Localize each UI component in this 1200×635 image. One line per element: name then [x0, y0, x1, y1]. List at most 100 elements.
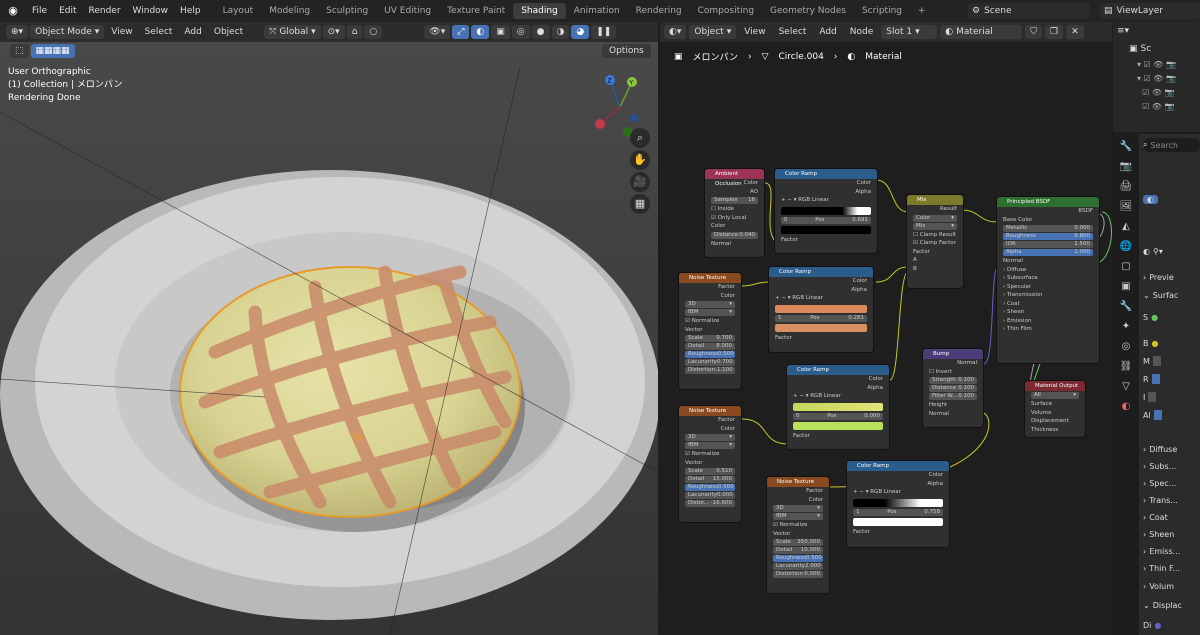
zoom-icon[interactable]: ⌕ — [630, 128, 650, 148]
socket-a-in[interactable]: A — [907, 256, 963, 265]
socket-color-out[interactable]: Color — [787, 375, 889, 384]
particles-tab-icon[interactable]: ✦ — [1118, 320, 1134, 334]
invert-checkbox[interactable]: ☐ Invert — [923, 368, 983, 377]
ramp-mode[interactable]: RGB — [798, 197, 810, 203]
visibility-icon[interactable]: 👁▾ — [424, 25, 451, 39]
section-transmission[interactable]: › Transmission — [997, 291, 1099, 300]
scale-field[interactable]: Scale 350.000 — [773, 539, 823, 546]
ramp-pos-field[interactable]: 1 Pos 0.281 — [775, 314, 867, 322]
add-workspace-icon[interactable]: + — [910, 3, 934, 19]
shading-solid-icon[interactable]: ● — [531, 25, 550, 39]
outliner-row-scene-collection[interactable]: ▣ Sc — [1129, 44, 1151, 54]
pause-render-icon[interactable]: ❚❚ — [591, 25, 617, 39]
shading-wireframe-icon[interactable]: ◎ — [511, 25, 530, 39]
node-color-ramp-2[interactable]: Color Ramp Color Alpha + − ▾ RGB Linear … — [768, 266, 874, 353]
section-emission[interactable]: › Emission — [997, 317, 1099, 326]
grid-view-icon[interactable]: ▦ — [630, 194, 650, 214]
prop-base-color[interactable]: B ● — [1143, 336, 1200, 350]
node-material-output[interactable]: Material Output All ▾ Surface Volume Disp… — [1024, 380, 1086, 438]
pivot-icon[interactable]: ⊙▾ — [322, 25, 345, 39]
tab-shading[interactable]: Shading — [513, 3, 566, 19]
noise-type-dropdown[interactable]: fBM ▾ — [685, 309, 735, 316]
menu-file[interactable]: File — [26, 6, 53, 16]
prop-metallic[interactable]: M — [1143, 354, 1200, 368]
section-diffuse[interactable]: › Diffuse — [1143, 442, 1200, 456]
prop-roughness[interactable]: R — [1143, 372, 1200, 386]
section-sheen[interactable]: › Sheen — [997, 308, 1099, 317]
socket-factor-out[interactable]: Factor — [679, 283, 741, 292]
breadcrumb-object[interactable]: メロンパン — [693, 50, 738, 63]
vp-menu-view[interactable]: View — [106, 25, 137, 39]
ramp-gradient[interactable] — [775, 304, 867, 313]
distortion-field[interactable]: Distor... -16.600 — [685, 500, 735, 507]
camera-icon[interactable]: 🎥 — [630, 172, 650, 192]
ramp-gradient[interactable] — [781, 206, 871, 215]
outliner-row[interactable]: ▾ ☑ 👁 📷 — [1137, 58, 1197, 72]
socket-vector-in[interactable]: Vector — [767, 530, 829, 539]
ne-menu-node[interactable]: Node — [845, 25, 879, 39]
outliner-rows[interactable]: ▾ ☑ 👁 📷 ▾ ☑ 👁 📷 ☑ 👁 📷 ☑ 👁 📷 — [1137, 58, 1197, 118]
properties-editor[interactable]: 🔧 📷 🖨 🖼 ◭ 🌐 ▢ ▣ 🔧 ✦ ◎ ⛓ ▽ ◐ ⌕ Search ◐ ◐ ⚲… — [1113, 134, 1200, 635]
dimensions-dropdown[interactable]: 3D ▾ — [685, 301, 735, 308]
section-diffuse[interactable]: › Diffuse — [997, 266, 1099, 275]
lacunarity-field[interactable]: Lacunarity 0.700 — [685, 359, 735, 366]
socket-alpha-out[interactable]: Alpha — [775, 188, 877, 197]
color-input[interactable]: Color — [705, 222, 764, 231]
mode-dropdown[interactable]: Object Mode ▾ — [30, 25, 105, 39]
socket-volume-in[interactable]: Volume — [1025, 409, 1085, 418]
lacunarity-field[interactable]: Lacunarity 0.000 — [685, 492, 735, 499]
menu-help[interactable]: Help — [174, 6, 207, 16]
distortion-field[interactable]: Distortion 0.000 — [773, 571, 823, 578]
roughness-field[interactable]: Roughness 0.800 — [1003, 233, 1093, 240]
ramp-mode[interactable]: RGB — [792, 295, 804, 301]
proportional-edit-icon[interactable]: ○ — [364, 25, 383, 39]
node-color-ramp-1[interactable]: Color Ramp Color Alpha + − ▾ RGB Linear … — [774, 168, 878, 254]
lacunarity-field[interactable]: Lacunarity 2.000 — [773, 563, 823, 570]
socket-alpha-out[interactable]: Alpha — [769, 286, 873, 295]
vp-menu-add[interactable]: Add — [179, 25, 206, 39]
node-color-ramp-3[interactable]: Color Ramp Color Alpha + − ▾ RGB Linear … — [786, 364, 890, 450]
socket-surface-in[interactable]: Surface — [1025, 400, 1085, 409]
clamp-factor-checkbox[interactable]: ☑ Clamp Factor — [907, 239, 963, 248]
scene-tab-icon[interactable]: ◭ — [1118, 220, 1134, 234]
ramp-interp[interactable]: Linear — [806, 295, 823, 301]
physics-tab-icon[interactable]: ◎ — [1118, 340, 1134, 354]
section-subsurface[interactable]: › Subsurface — [997, 274, 1099, 283]
mix-type-dropdown[interactable]: Color ▾ — [913, 214, 957, 222]
view-layer-tab-icon[interactable]: 🖼 — [1118, 200, 1134, 214]
ramp-interp[interactable]: Linear — [812, 197, 829, 203]
node-noise-texture-1[interactable]: Noise Texture Factor Color 3D ▾ fBM ▾ ☑ No… — [678, 272, 742, 390]
ramp-interp[interactable]: Linear — [824, 393, 841, 399]
world-tab-icon[interactable]: 🌐 — [1118, 240, 1134, 254]
gizmo-neg-z-icon[interactable] — [630, 114, 638, 122]
stop-color-swatch[interactable] — [793, 421, 883, 430]
breadcrumb-mesh[interactable]: Circle.004 — [779, 52, 824, 62]
section-specular[interactable]: › Spec... — [1143, 476, 1200, 490]
socket-factor-in[interactable]: Factor — [775, 236, 877, 245]
socket-displacement-in[interactable]: Displacement — [1025, 417, 1085, 426]
constraints-tab-icon[interactable]: ⛓ — [1118, 360, 1134, 374]
socket-normal-in[interactable]: Normal — [997, 257, 1099, 266]
ne-menu-add[interactable]: Add — [814, 25, 841, 39]
filter-width-field[interactable]: Filter W... 0.100 — [929, 393, 977, 400]
material-slot-list[interactable]: ◐ — [1143, 192, 1200, 206]
outliner-filter-icon[interactable]: ≡▾ — [1117, 26, 1129, 36]
blend-mode-dropdown[interactable]: Mix ▾ — [913, 222, 957, 230]
scale-field[interactable]: Scale 9.700 — [685, 335, 735, 342]
stop-color-swatch[interactable] — [853, 517, 943, 526]
gizmo-x-axis-icon[interactable] — [595, 119, 605, 129]
material-slot-dropdown[interactable]: Slot 1 ▾ — [881, 25, 938, 39]
socket-ao-out[interactable]: AO — [705, 188, 764, 197]
distance-field[interactable]: Distance 0.040 — [711, 231, 758, 239]
socket-factor-in[interactable]: Factor — [907, 248, 963, 257]
value-field[interactable] — [1153, 410, 1162, 420]
noise-type-dropdown[interactable]: fBM ▾ — [773, 513, 823, 520]
node-ambient-occlusion[interactable]: Ambient Occlusion Color AO Samples 16 ☐ I… — [704, 168, 765, 258]
tab-modeling[interactable]: Modeling — [261, 3, 318, 19]
shader-type-dropdown[interactable]: Object ▾ — [689, 25, 737, 39]
select-tool-icon[interactable]: ⬚ — [10, 44, 29, 58]
prop-ior[interactable]: I — [1143, 390, 1200, 404]
object-tab-icon[interactable]: ▣ — [1118, 280, 1134, 294]
roughness-field[interactable]: Roughness 0.500 — [685, 351, 735, 358]
duplicate-material-icon[interactable]: ❐ — [1045, 25, 1064, 39]
